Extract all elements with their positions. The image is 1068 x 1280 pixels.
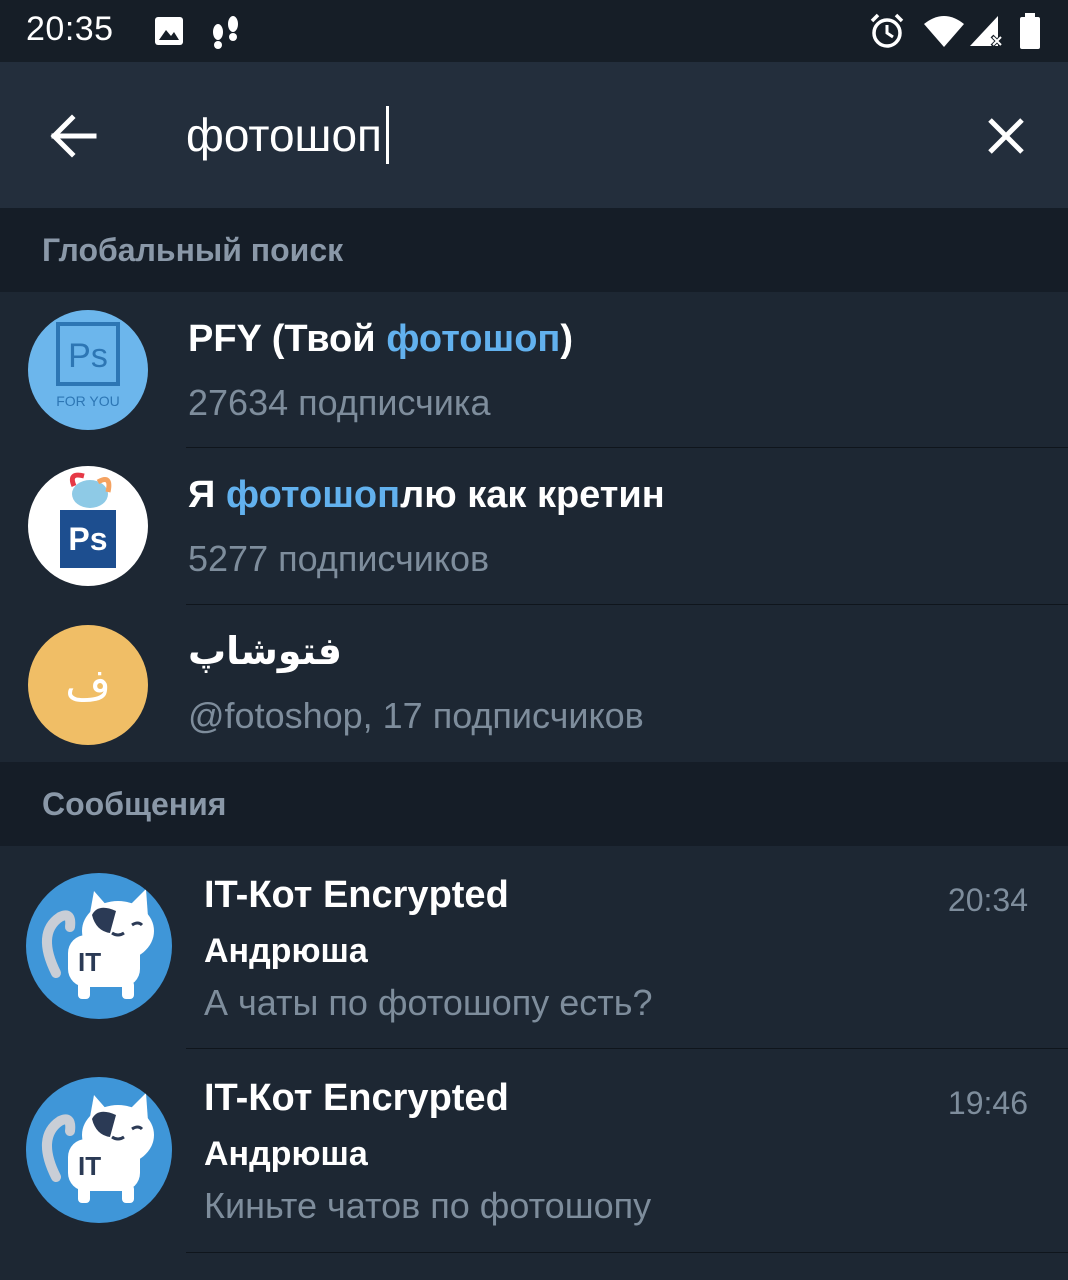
text-cursor: [386, 106, 389, 164]
message-sender: Андрюша: [204, 1135, 368, 1173]
message-result[interactable]: IT IT-Кот Encrypted 20:34 Андрюша А чаты…: [0, 846, 1068, 1049]
message-text: Киньте чатов по фотошопу: [204, 1185, 652, 1226]
result-subtitle: 5277 подписчиков: [188, 538, 490, 579]
footsteps-icon: [213, 16, 238, 49]
status-bar: 20:35: [0, 0, 1068, 62]
alarm-icon: [870, 13, 904, 48]
battery-icon: [1020, 13, 1040, 49]
signal-icon: [970, 16, 1004, 48]
svg-text:Ps: Ps: [68, 337, 108, 375]
status-time: 20:35: [26, 10, 114, 48]
chat-title: IT-Кот Encrypted: [204, 874, 509, 916]
cat-icon: IT: [41, 889, 154, 999]
global-search-header: Глобальный поиск: [0, 208, 1068, 292]
pony-photoshop-icon: Ps: [60, 472, 116, 568]
message-result[interactable]: IT IT-Кот Encrypted 19:46 Андрюша Киньте…: [0, 1049, 1068, 1253]
message-sender: Андрюша: [204, 932, 368, 970]
messages-header: Сообщения: [0, 762, 1068, 846]
message-time: 20:34: [947, 882, 1028, 918]
svg-text:Ps: Ps: [68, 521, 107, 557]
search-result-kretin[interactable]: Ps Я фотошоплю как кретин 5277 подписчик…: [0, 448, 1068, 605]
avatar: ف: [28, 625, 148, 745]
divider: [186, 1252, 1068, 1253]
search-header: [0, 62, 1068, 208]
image-icon: [155, 17, 183, 45]
message-text: А чаты по фотошопу есть?: [204, 982, 653, 1023]
result-subtitle: 27634 подписчика: [188, 382, 491, 423]
wifi-icon: [924, 16, 964, 47]
result-title: فتوشاپ: [188, 629, 343, 673]
search-result-fotoshop[interactable]: ف فتوشاپ @fotoshop, 17 подписчиков: [0, 605, 1068, 762]
result-subtitle: @fotoshop, 17 подписчиков: [188, 695, 644, 736]
result-title: Я фотошоплю как кретин: [188, 474, 665, 516]
svg-text:FOR YOU: FOR YOU: [56, 393, 120, 409]
section-title: Глобальный поиск: [42, 232, 344, 268]
avatar: Ps FOR YOU: [28, 310, 148, 430]
search-input[interactable]: [186, 100, 946, 170]
result-title: PFY (Твой фотошоп): [188, 318, 574, 360]
message-time: 19:46: [947, 1085, 1028, 1121]
section-title: Сообщения: [42, 786, 227, 822]
cat-icon: IT: [41, 1093, 154, 1203]
chat-title: IT-Кот Encrypted: [204, 1077, 509, 1119]
arrow-left-icon[interactable]: [40, 102, 108, 170]
svg-text:IT: IT: [78, 1151, 101, 1181]
avatar: Ps: [28, 466, 148, 586]
photoshop-logo-icon: Ps FOR YOU: [56, 322, 120, 409]
avatar: IT: [26, 1077, 172, 1223]
svg-text:IT: IT: [78, 947, 101, 977]
search-result-pfy[interactable]: Ps FOR YOU PFY (Твой фотошоп) 27634 подп…: [0, 292, 1068, 448]
close-icon[interactable]: [972, 102, 1040, 170]
avatar: IT: [26, 873, 172, 1019]
avatar-letter: ف: [65, 659, 111, 711]
